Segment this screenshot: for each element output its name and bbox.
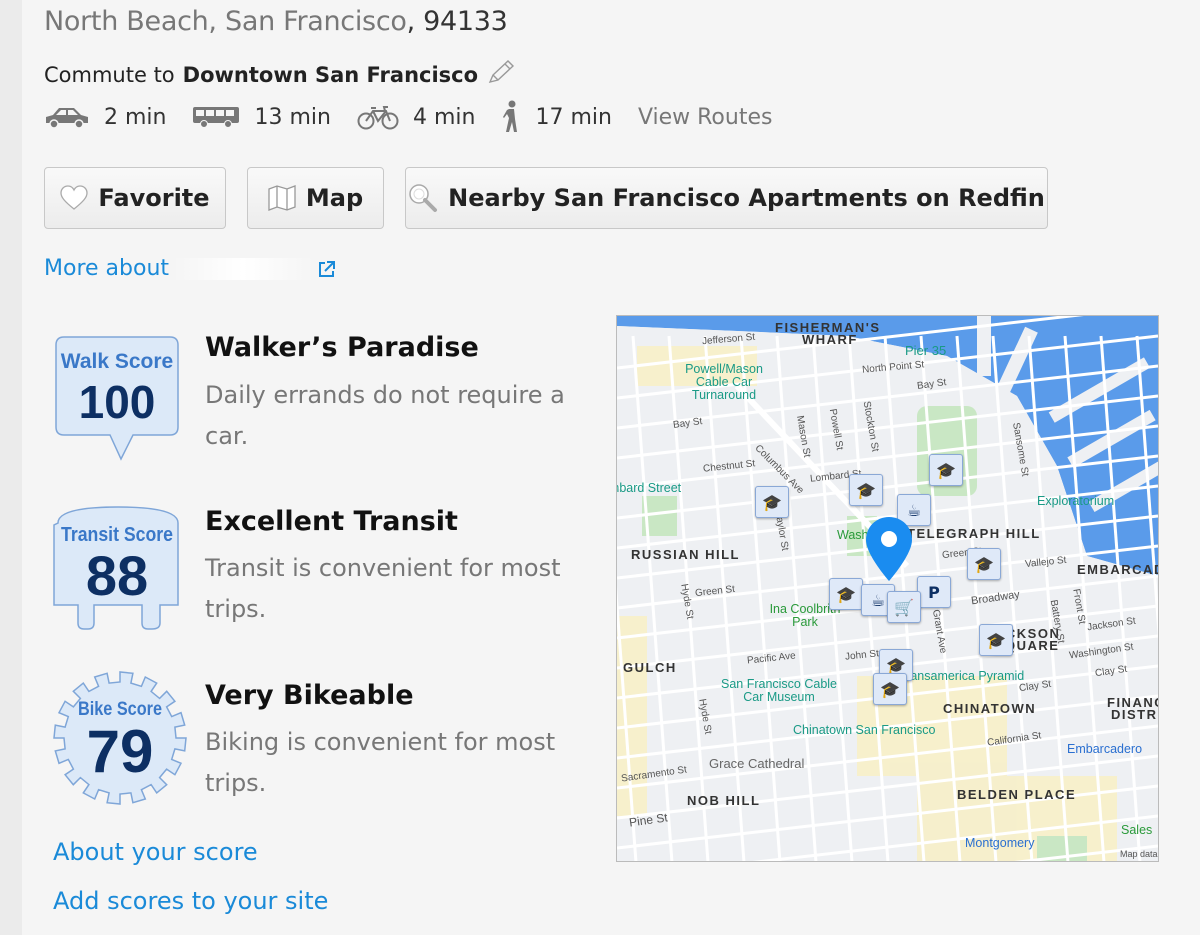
location-pin-icon[interactable]: [864, 515, 914, 583]
more-about-label: More about: [44, 256, 170, 281]
school-icon[interactable]: 🎓: [873, 673, 907, 705]
map-label: Map: [305, 184, 364, 212]
poi-lombard-street[interactable]: Lombard Street: [617, 481, 681, 495]
school-icon[interactable]: 🎓: [967, 548, 1001, 580]
walk-score-value: 100: [79, 376, 156, 428]
map-label-embarcadero: EMBARCAD: [1077, 562, 1159, 577]
school-icon[interactable]: 🎓: [979, 624, 1013, 656]
bike-score-description: Biking is convenient for most trips.: [205, 728, 556, 797]
parking-icon[interactable]: P: [917, 576, 951, 608]
mode-bus: 13 min: [192, 104, 331, 130]
transit-score-label: Transit Score: [61, 524, 173, 546]
heart-icon: [60, 185, 89, 210]
car-time: 2 min: [104, 104, 167, 130]
school-icon[interactable]: 🎓: [829, 578, 863, 610]
bike-score-badge: Bike Score 79: [53, 671, 187, 805]
map-label-district: DISTRI: [1111, 707, 1159, 722]
mode-walk: 17 min: [501, 100, 612, 134]
map-label-square: QUARE: [1005, 638, 1060, 653]
bike-time: 4 min: [412, 104, 476, 130]
map-label-telegraph-hill: TELEGRAPH HILL: [907, 526, 1041, 541]
poi-pier-35[interactable]: Pier 35: [905, 343, 946, 358]
favorite-label: Favorite: [98, 184, 210, 212]
map-label-wharf: WHARF: [802, 332, 858, 347]
bike-score-title: Very Bikeable: [205, 680, 414, 711]
school-icon[interactable]: 🎓: [755, 486, 789, 518]
map-label-chinatown: CHINATOWN: [943, 701, 1037, 716]
grocery-cart-icon[interactable]: 🛒: [887, 591, 921, 623]
poi-salesforce[interactable]: Sales: [1121, 823, 1152, 837]
poi-exploratorium[interactable]: Exploratorium: [1037, 494, 1114, 508]
nearby-apartments-button[interactable]: Nearby San Francisco Apartments on Redfi…: [405, 167, 1048, 229]
redacted-name: [173, 257, 314, 280]
about-your-score-link[interactable]: About your score: [53, 838, 258, 866]
bike-score-value: 79: [87, 718, 154, 785]
school-icon[interactable]: 🎓: [849, 474, 883, 506]
mode-car: 2 min: [44, 105, 166, 130]
bus-time: 13 min: [254, 104, 331, 130]
view-routes-link[interactable]: View Routes: [638, 105, 773, 130]
poi-embarcadero-station[interactable]: Embarcadero: [1067, 742, 1142, 756]
transit-score-value: 88: [86, 544, 148, 607]
walk-icon: [503, 100, 518, 132]
bike-score-label: Bike Score: [78, 699, 162, 720]
walk-score-title: Walker’s Paradise: [205, 332, 479, 363]
poi-washington-square[interactable]: Washington Sq: [837, 528, 867, 542]
nearby-label: Nearby San Francisco Apartments on Redfi…: [448, 184, 1045, 212]
commute-modes: 2 min 13 min 4 min 17 min View Routes: [44, 100, 772, 134]
zip-code: , 94133: [406, 6, 508, 37]
car-icon: [46, 108, 88, 129]
search-icon: [409, 184, 438, 212]
bus-icon: [193, 107, 240, 128]
school-icon[interactable]: 🎓: [929, 454, 963, 486]
map-attribution: Map data: [1120, 849, 1158, 859]
pencil-icon[interactable]: [486, 58, 516, 91]
transit-score-description: Transit is convenient for most trips.: [205, 554, 561, 623]
transit-score-badge: Transit Score 88: [53, 506, 179, 630]
external-link-icon: [319, 260, 336, 277]
add-scores-link[interactable]: Add scores to your site: [53, 887, 328, 915]
poi-cable-car-museum[interactable]: San Francisco Cable Car Museum: [719, 678, 839, 704]
poi-cable-car-turnaround[interactable]: Powell/Mason Cable Car Turnaround: [669, 363, 779, 402]
address: North Beach, San Francisco: [44, 6, 407, 37]
walk-score-label: Walk Score: [61, 350, 173, 373]
neighborhood-map[interactable]: FISHERMAN'S WHARF TELEGRAPH HILL RUSSIAN…: [616, 315, 1159, 862]
walk-score-description: Daily errands do not require a car.: [205, 381, 565, 450]
page: North Beach, San Francisco, 94133 Commut…: [22, 0, 1200, 935]
commute-destination[interactable]: Downtown San Francisco: [183, 63, 478, 87]
map-label-nob-hill: NOB HILL: [687, 793, 761, 808]
poi-montgomery-station[interactable]: Montgomery: [965, 836, 1034, 850]
poi-grace-cathedral[interactable]: Grace Cathedral: [709, 756, 804, 771]
commute-prefix: Commute to: [44, 62, 175, 87]
map-icon: [268, 185, 296, 211]
commute-line: Commute to Downtown San Francisco: [44, 58, 516, 91]
map-button[interactable]: Map: [247, 167, 384, 229]
map-label-russian-hill: RUSSIAN HILL: [631, 547, 740, 562]
transit-score-title: Excellent Transit: [205, 506, 458, 537]
favorite-button[interactable]: Favorite: [44, 167, 226, 229]
poi-chinatown[interactable]: Chinatown San Francisco: [793, 723, 935, 737]
map-label-gulch: GULCH: [623, 660, 677, 675]
bike-icon: [357, 106, 399, 130]
walk-score-badge: Walk Score 100: [55, 336, 179, 461]
more-about-link[interactable]: More about: [44, 256, 337, 281]
poi-transamerica-pyramid[interactable]: Transamerica Pyramid: [899, 669, 1024, 683]
address-heading: North Beach, San Francisco, 94133: [44, 6, 508, 37]
map-label-belden-place: BELDEN PLACE: [957, 787, 1077, 802]
walk-time: 17 min: [535, 104, 612, 130]
mode-bike: 4 min: [357, 104, 475, 130]
